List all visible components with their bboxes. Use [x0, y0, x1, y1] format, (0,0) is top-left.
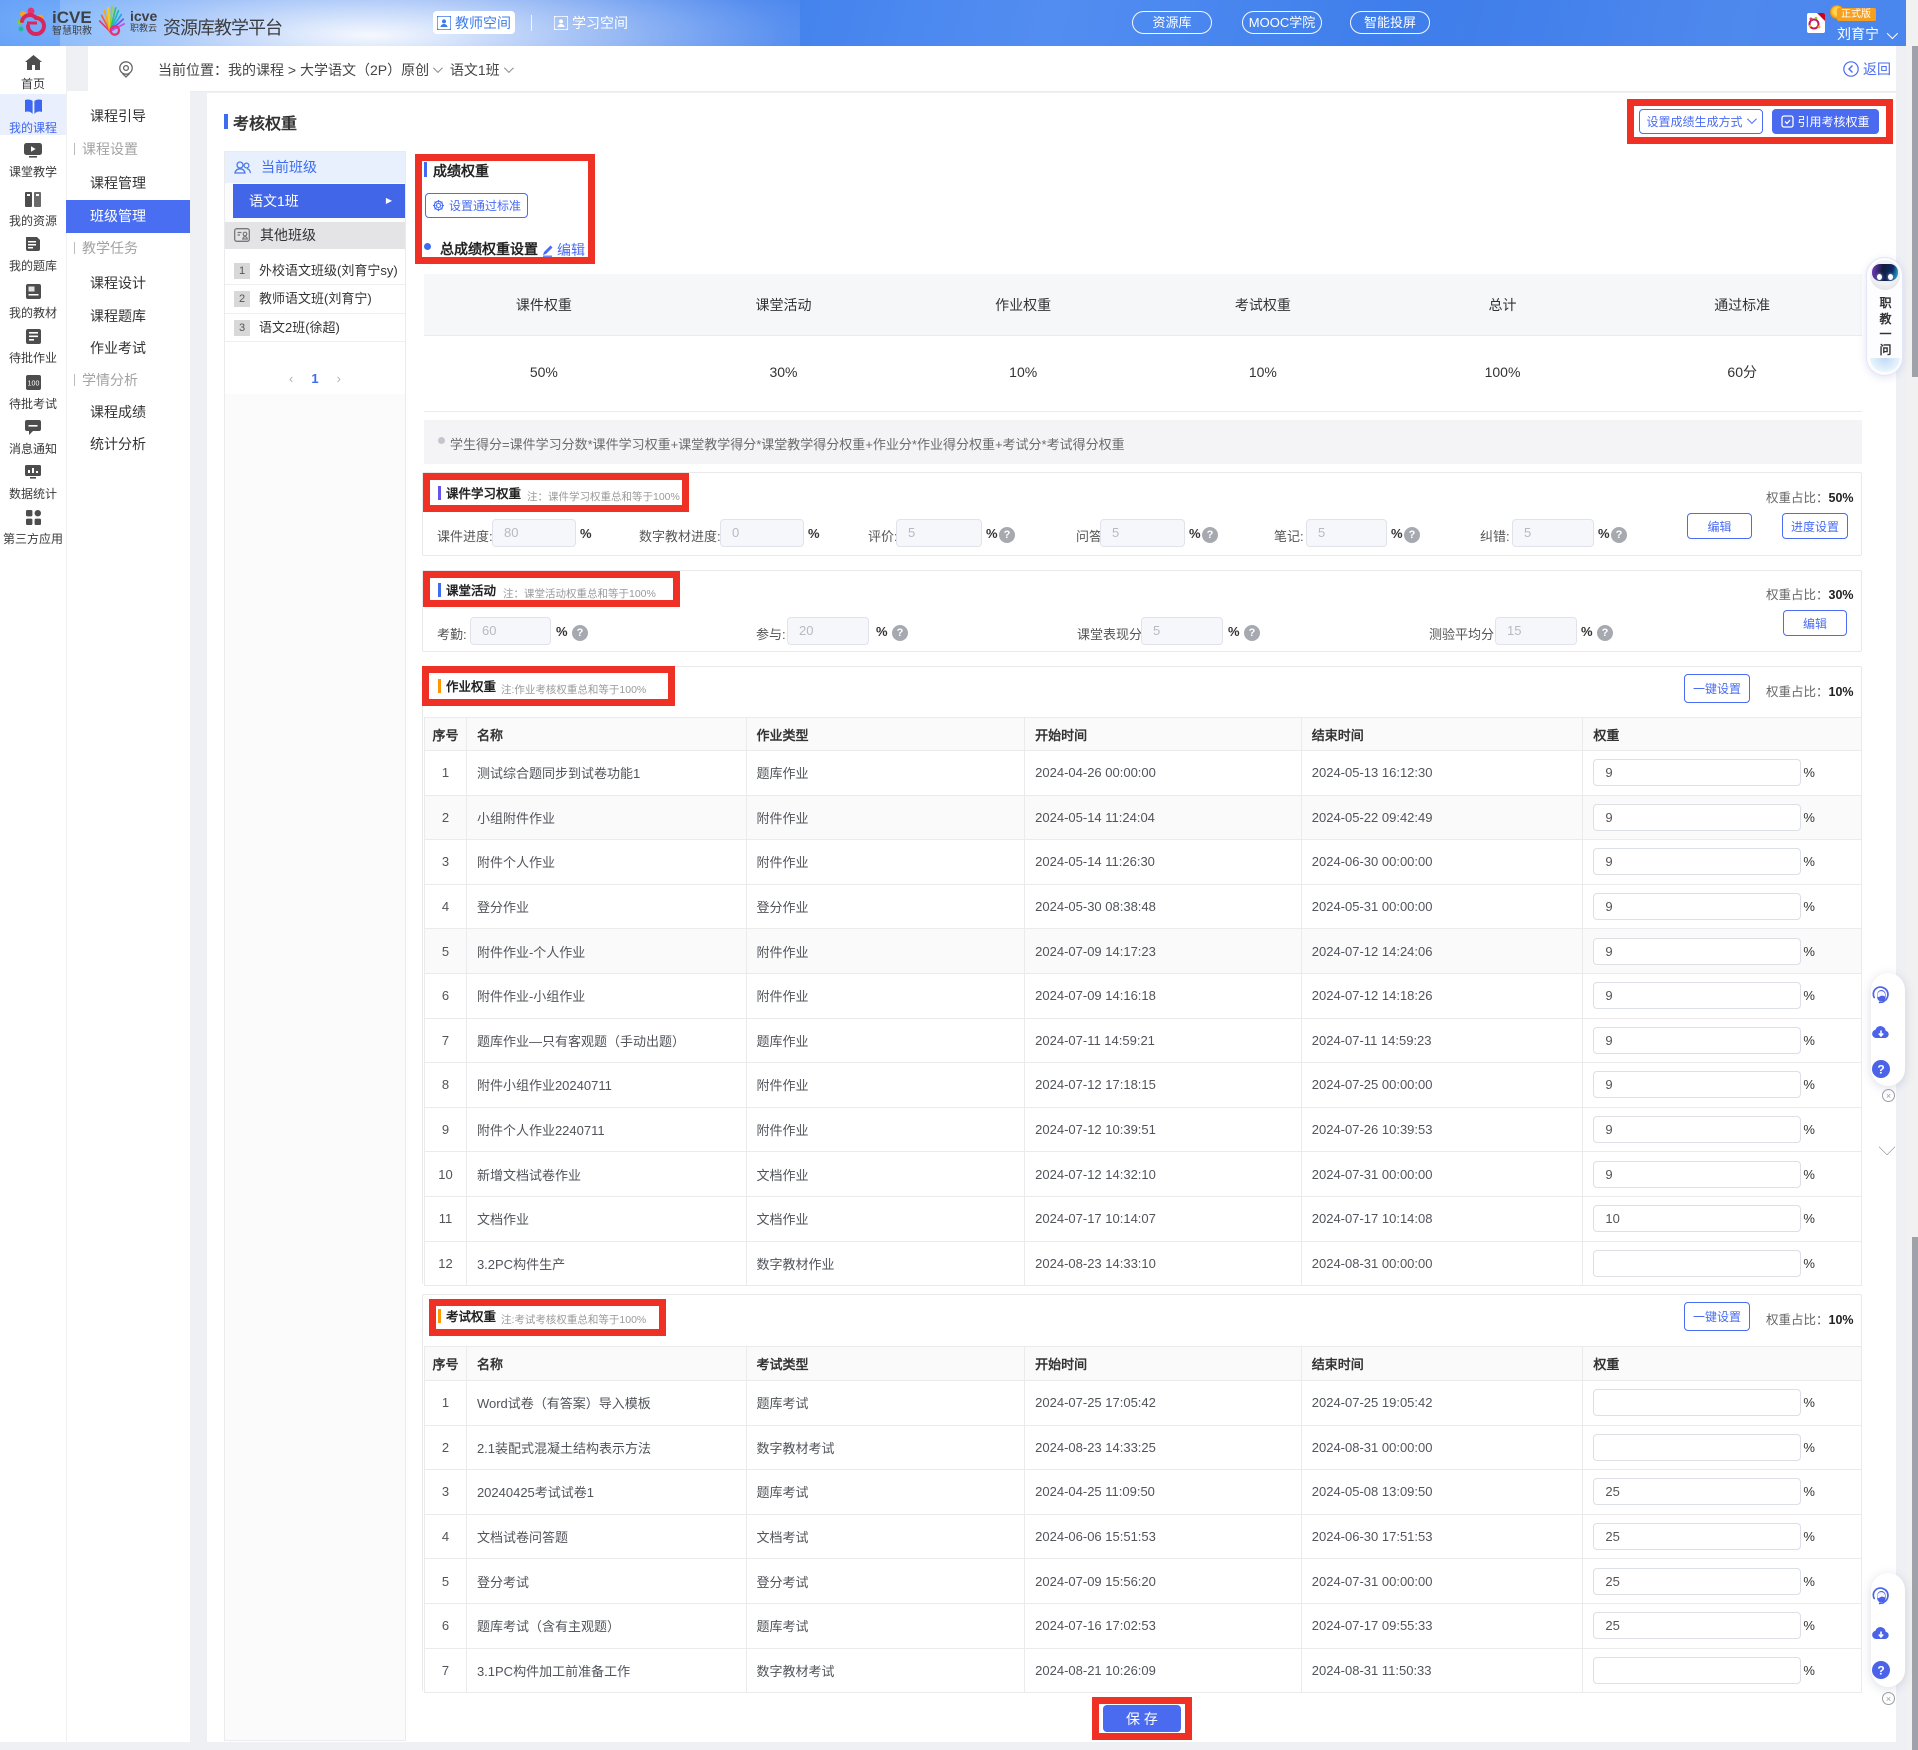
svg-text:?: ? [1877, 1664, 1884, 1678]
svg-text:?: ? [1877, 1063, 1884, 1077]
svg-text:100: 100 [27, 381, 39, 388]
